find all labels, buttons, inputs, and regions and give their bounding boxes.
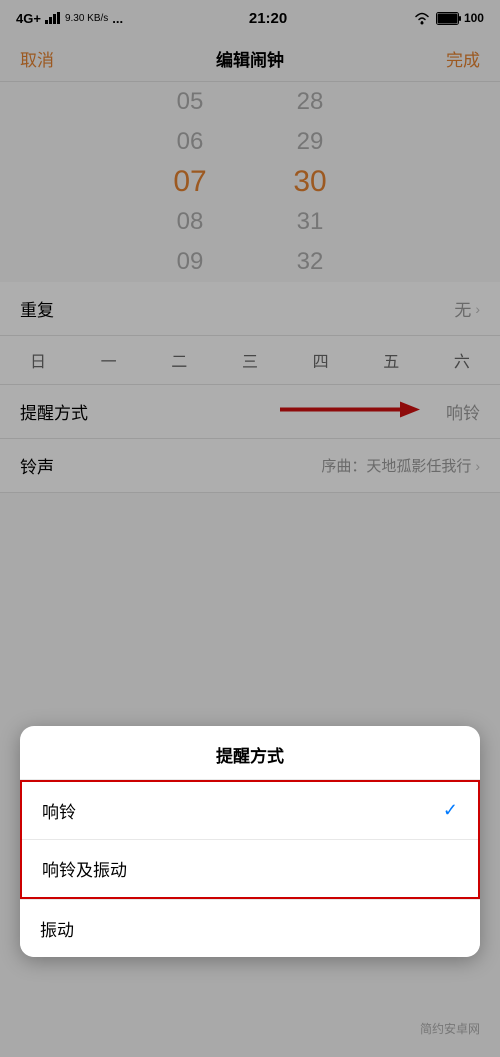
option-ring[interactable]: 响铃 ✓ bbox=[22, 782, 478, 840]
option-ring-vibrate-label: 响铃及振动 bbox=[42, 856, 127, 881]
checkmark-icon: ✓ bbox=[443, 800, 458, 821]
option-vibrate-label: 振动 bbox=[40, 916, 74, 941]
reminder-popup: 提醒方式 响铃 ✓ 响铃及振动 振动 bbox=[20, 726, 480, 957]
popup-title: 提醒方式 bbox=[20, 726, 480, 780]
popup-options-bordered: 响铃 ✓ 响铃及振动 bbox=[20, 780, 480, 899]
option-ring-vibrate[interactable]: 响铃及振动 bbox=[22, 840, 478, 897]
option-ring-label: 响铃 bbox=[42, 798, 76, 823]
option-vibrate[interactable]: 振动 bbox=[20, 899, 480, 957]
